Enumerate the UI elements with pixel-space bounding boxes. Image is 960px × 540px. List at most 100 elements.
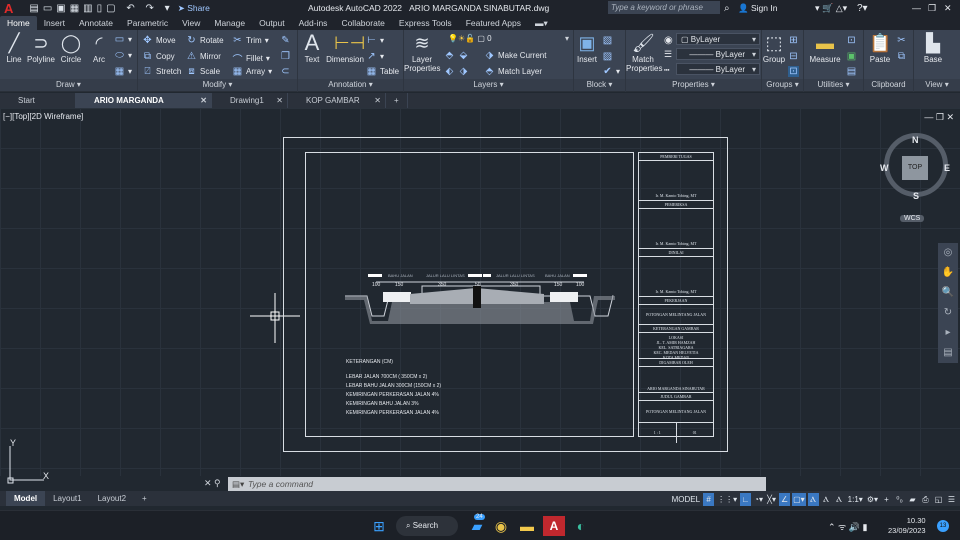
mirror-button[interactable]: ⚠ Mirror	[186, 51, 221, 62]
navigation-bar[interactable]: ◎ ✋ 🔍 ↻ ▸ ▤	[938, 243, 958, 363]
object-snap-icon[interactable]: ▢▾	[792, 492, 806, 506]
quick-select-icon[interactable]: ⊡	[846, 35, 857, 46]
layout-tab-model[interactable]: Model	[6, 491, 46, 506]
layout-tab-layout1[interactable]: Layout1	[45, 491, 89, 506]
tab-parametric[interactable]: Parametric	[120, 16, 175, 30]
view-panel-label[interactable]: View ▾	[914, 79, 960, 91]
notification-badge[interactable]: 13	[937, 520, 949, 532]
explode-icon[interactable]: ❒	[280, 51, 291, 62]
layer-tools-row2[interactable]: ⬖ ⬗	[444, 66, 469, 77]
edit-block-icon[interactable]: ▨	[602, 51, 613, 62]
block-attributes-icon[interactable]: ✔ ▾	[602, 66, 620, 77]
linetype-dropdown[interactable]: ——— ByLayer	[676, 63, 760, 75]
system-tray-icons[interactable]: ⌃ ᯤ 🔊 ▮	[828, 520, 867, 533]
annotation-monitor-icon[interactable]: +	[881, 493, 892, 506]
auto-scale-icon[interactable]: Ⲁ	[821, 493, 832, 506]
utilities-panel-label[interactable]: Utilities ▾	[804, 79, 863, 91]
create-block-icon[interactable]: ▧	[602, 35, 613, 46]
tab-annotate[interactable]: Annotate	[72, 16, 120, 30]
circle-button[interactable]: ◯ Circle	[58, 33, 84, 64]
select-all-icon[interactable]: ▣	[846, 51, 857, 62]
table-button[interactable]: ▦ Table	[366, 66, 399, 77]
workspace-gear-icon[interactable]: ⚙▾	[866, 493, 879, 506]
search-icon[interactable]: ⌕	[724, 3, 730, 14]
polar-toggle-icon[interactable]: ◔▾	[753, 493, 764, 506]
object-snap-tracking-icon[interactable]: ∠	[779, 492, 791, 506]
group-edit-icon[interactable]: ⊟	[788, 51, 799, 62]
match-properties-button[interactable]: 🖌 Match Properties	[626, 33, 662, 73]
match-layer-button[interactable]: ⬘ Match Layer	[484, 66, 542, 77]
tab-home[interactable]: Home	[0, 16, 37, 30]
scale-button[interactable]: ⧈ Scale	[186, 66, 220, 77]
annotation-scale-icon[interactable]: Ⲁ	[834, 493, 845, 506]
modify-panel-label[interactable]: Modify ▾	[138, 79, 297, 91]
isodraft-icon[interactable]: ╳▾	[766, 493, 777, 506]
sign-in-button[interactable]: 👤 Sign In	[738, 3, 777, 14]
doc-tab-ario[interactable]: ARIO MARGANDA SINABUTAR*✕	[76, 93, 212, 120]
color-dropdown[interactable]: ▢ ByLayer	[676, 33, 760, 45]
help-icon[interactable]: ?▾	[857, 3, 868, 14]
cut-icon[interactable]: ✂	[896, 35, 907, 46]
tab-insert[interactable]: Insert	[37, 16, 72, 30]
drawing-viewport[interactable]: [−][Top][2D Wireframe] — ❐ ✕ TOP N S E W…	[0, 108, 960, 484]
layer-properties-button[interactable]: ≋ Layer Properties	[404, 33, 440, 73]
base-button[interactable]: ▙ Base	[918, 33, 948, 64]
layer-dropdown[interactable]: 💡☀🔓 ▢ 0	[444, 33, 572, 45]
isolate-objects-icon[interactable]: ⎙	[920, 493, 931, 506]
clock[interactable]: 10.30 23/09/2023	[888, 516, 926, 536]
ribbon-toggle-icon[interactable]: ▬▾	[528, 16, 555, 30]
grid-toggle-icon[interactable]: #	[703, 492, 715, 506]
taskbar-search[interactable]: ⌕ Search	[396, 516, 458, 536]
annotation-visibility-icon[interactable]: Ⲁ	[807, 492, 819, 506]
block-panel-label[interactable]: Block ▾	[574, 79, 625, 91]
file-explorer-icon[interactable]: ▬	[516, 516, 538, 536]
tab-add-ins[interactable]: Add-ins	[292, 16, 335, 30]
autocad-taskbar-icon[interactable]: A	[543, 516, 565, 536]
array-button[interactable]: ▦ Array ▾	[232, 66, 272, 77]
annotation-panel-label[interactable]: Annotation ▾	[298, 79, 403, 91]
trim-button[interactable]: ✂ Trim ▾	[232, 35, 268, 46]
tab-manage[interactable]: Manage	[207, 16, 252, 30]
cart-icon[interactable]: ▾ 🛒 △▾	[815, 3, 847, 14]
customize-menu-icon[interactable]: ☰	[946, 493, 957, 506]
layers-panel-label[interactable]: Layers ▾	[404, 79, 573, 91]
viewcube-top[interactable]: TOP	[902, 156, 928, 180]
fullscreen-icon[interactable]: ◱	[933, 493, 944, 506]
annotation-scale-dropdown[interactable]: 1:1▾	[847, 493, 864, 506]
fillet-button[interactable]: ⌒ Fillet ▾	[232, 51, 270, 66]
add-layout-button[interactable]: +	[134, 491, 155, 506]
text-button[interactable]: A Text	[300, 32, 324, 65]
layout-tab-layout2[interactable]: Layout2	[90, 491, 134, 506]
restore-button[interactable]: ❐	[928, 3, 936, 14]
quick-access-icons[interactable]: ▤▭▣▦▥▯▢ ↶ ↷ ▾	[29, 3, 173, 14]
viewport-window-controls[interactable]: — ❐ ✕	[924, 112, 954, 123]
doc-tab-kop[interactable]: KOP GAMBAR A3 A4*✕	[288, 93, 386, 120]
draw-panel-label[interactable]: Draw ▾	[0, 79, 137, 91]
autocad-logo-icon[interactable]: A	[4, 1, 13, 16]
snap-toggle-icon[interactable]: ⋮⋮▾	[716, 493, 738, 506]
close-tab-icon[interactable]: ✕	[200, 93, 207, 108]
lineweight-dropdown[interactable]: ——— ByLayer	[676, 48, 760, 60]
line-button[interactable]: ╱ Line	[2, 33, 26, 64]
units-icon[interactable]: ⁰₀	[894, 493, 905, 506]
ungroup-icon[interactable]: ⊞	[788, 35, 799, 46]
measure-button[interactable]: ▬ Measure	[806, 33, 844, 64]
new-tab-button[interactable]: +	[386, 93, 408, 108]
copy-clip-icon[interactable]: ⧉	[896, 51, 907, 62]
edge-icon[interactable]: ◐	[570, 516, 592, 536]
polyline-button[interactable]: ⊃ Polyline	[26, 33, 56, 64]
command-input[interactable]: ▤▾ Type a command	[228, 477, 766, 491]
dimension-button[interactable]: ⊢⊣ Dimension	[326, 33, 365, 64]
insert-button[interactable]: ▣ Insert	[574, 33, 600, 64]
hatch-button[interactable]: ▦ ▾	[114, 66, 132, 77]
ellipse-button[interactable]: ⬭ ▾	[114, 50, 132, 61]
offset-icon[interactable]: ⊂	[280, 66, 291, 77]
search-input[interactable]: Type a keyword or phrase	[608, 1, 720, 14]
minimize-button[interactable]: —	[912, 3, 921, 13]
move-button[interactable]: ✥ Move	[142, 35, 175, 46]
command-history-icon[interactable]: ▤▾	[232, 477, 244, 491]
erase-icon[interactable]: ✎	[280, 35, 291, 46]
close-button[interactable]: ✕	[944, 3, 952, 14]
tab-collaborate[interactable]: Collaborate	[334, 16, 391, 30]
linear-dim-icon[interactable]: ⊢ ▾	[366, 35, 384, 46]
